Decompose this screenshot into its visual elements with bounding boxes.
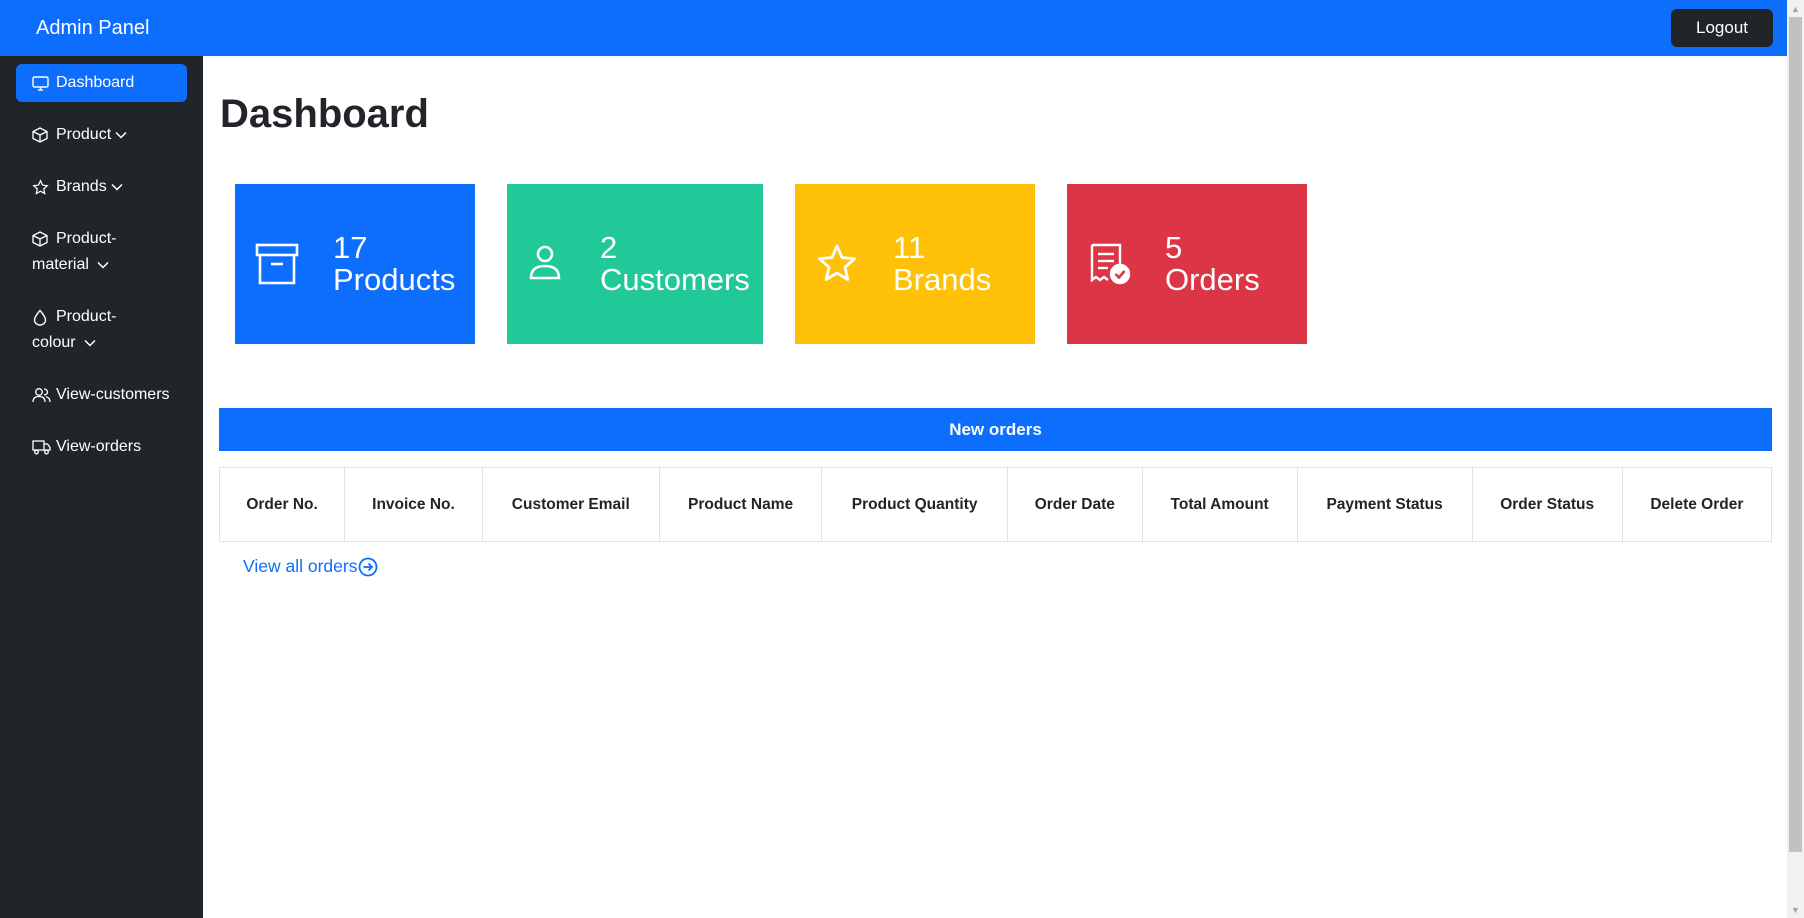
sidebar-item-product-material[interactable]: Product- material — [16, 220, 187, 284]
chevron-down-icon — [97, 252, 109, 278]
sidebar-item-label: Product- — [56, 230, 117, 247]
main-content: Dashboard 17 Products 2 Customers 11 Bra… — [203, 56, 1787, 918]
chevron-down-icon — [84, 330, 96, 356]
top-navbar: Admin Panel Logout — [0, 0, 1787, 56]
column-header: Order Status — [1471, 467, 1623, 542]
box-icon — [32, 226, 52, 252]
page-title: Dashboard — [220, 92, 429, 136]
stat-label: Customers — [600, 262, 750, 297]
brand-title[interactable]: Admin Panel — [36, 17, 149, 40]
sidebar-item-brands[interactable]: Brands — [16, 168, 187, 206]
sidebar-item-label: Dashboard — [56, 74, 135, 91]
scrollbar-thumb[interactable] — [1789, 17, 1802, 852]
view-all-orders-link[interactable]: View all orders — [243, 556, 378, 577]
sidebar-item-label: Product- — [56, 308, 117, 326]
column-header: Payment Status — [1296, 467, 1473, 542]
monitor-icon — [32, 70, 52, 96]
box-icon — [32, 122, 52, 148]
scroll-up-arrow-icon[interactable]: ▲ — [1787, 0, 1804, 17]
archive-icon — [255, 243, 299, 285]
vertical-scrollbar[interactable]: ▲ ▼ — [1787, 0, 1804, 918]
chevron-down-icon — [111, 174, 123, 200]
new-orders-header: New orders — [219, 408, 1772, 451]
sidebar: Dashboard Product Brands Product- materi… — [0, 56, 203, 918]
column-header: Invoice No. — [344, 467, 483, 542]
column-header: Delete Order — [1621, 467, 1773, 542]
stat-count: 2 — [600, 230, 618, 265]
stat-count: 5 — [1165, 230, 1183, 265]
people-icon — [32, 382, 52, 408]
sidebar-item-view-orders[interactable]: View-orders — [16, 428, 187, 466]
stat-label: Brands — [893, 262, 992, 297]
sidebar-item-product-colour[interactable]: Product- colour — [16, 298, 187, 362]
column-header: Product Name — [658, 467, 823, 542]
stat-card-brands[interactable]: 11 Brands — [795, 184, 1035, 344]
stat-label: Products — [333, 262, 456, 297]
sidebar-item-label: material — [32, 256, 89, 274]
sidebar-item-dashboard[interactable]: Dashboard — [16, 64, 187, 102]
sidebar-item-label: Brands — [56, 178, 107, 195]
receipt-check-icon — [1090, 243, 1131, 285]
orders-table: Order No. Invoice No. Customer Email Pro… — [218, 467, 1773, 542]
scroll-down-arrow-icon[interactable]: ▼ — [1787, 901, 1804, 918]
column-header: Customer Email — [481, 467, 660, 542]
arrow-right-circle-icon — [359, 557, 378, 576]
column-header: Product Quantity — [821, 467, 1008, 542]
logout-button[interactable]: Logout — [1671, 9, 1773, 47]
sidebar-item-product[interactable]: Product — [16, 116, 187, 154]
droplet-icon — [32, 304, 52, 330]
stat-label: Orders — [1165, 262, 1260, 297]
column-header: Order Date — [1006, 467, 1143, 542]
star-icon — [32, 174, 52, 200]
column-header: Order No. — [218, 467, 346, 542]
stat-card-orders[interactable]: 5 Orders — [1067, 184, 1307, 344]
sidebar-item-label: colour — [32, 334, 76, 352]
view-all-orders-label: View all orders — [243, 556, 358, 576]
sidebar-item-label: Product — [56, 126, 112, 143]
stat-card-products[interactable]: 17 Products — [235, 184, 475, 344]
chevron-down-icon — [115, 122, 127, 148]
sidebar-item-label: View-orders — [56, 438, 142, 456]
person-icon — [529, 245, 561, 280]
table-header-row: Order No. Invoice No. Customer Email Pro… — [218, 467, 1773, 542]
stat-card-customers[interactable]: 2 Customers — [507, 184, 763, 344]
truck-icon — [32, 434, 52, 460]
stat-count: 11 — [893, 230, 926, 265]
star-icon — [818, 244, 856, 281]
sidebar-item-view-customers[interactable]: View-customers — [16, 376, 187, 414]
sidebar-item-label: View-customers — [56, 386, 170, 404]
stat-count: 17 — [333, 230, 368, 265]
column-header: Total Amount — [1141, 467, 1298, 542]
